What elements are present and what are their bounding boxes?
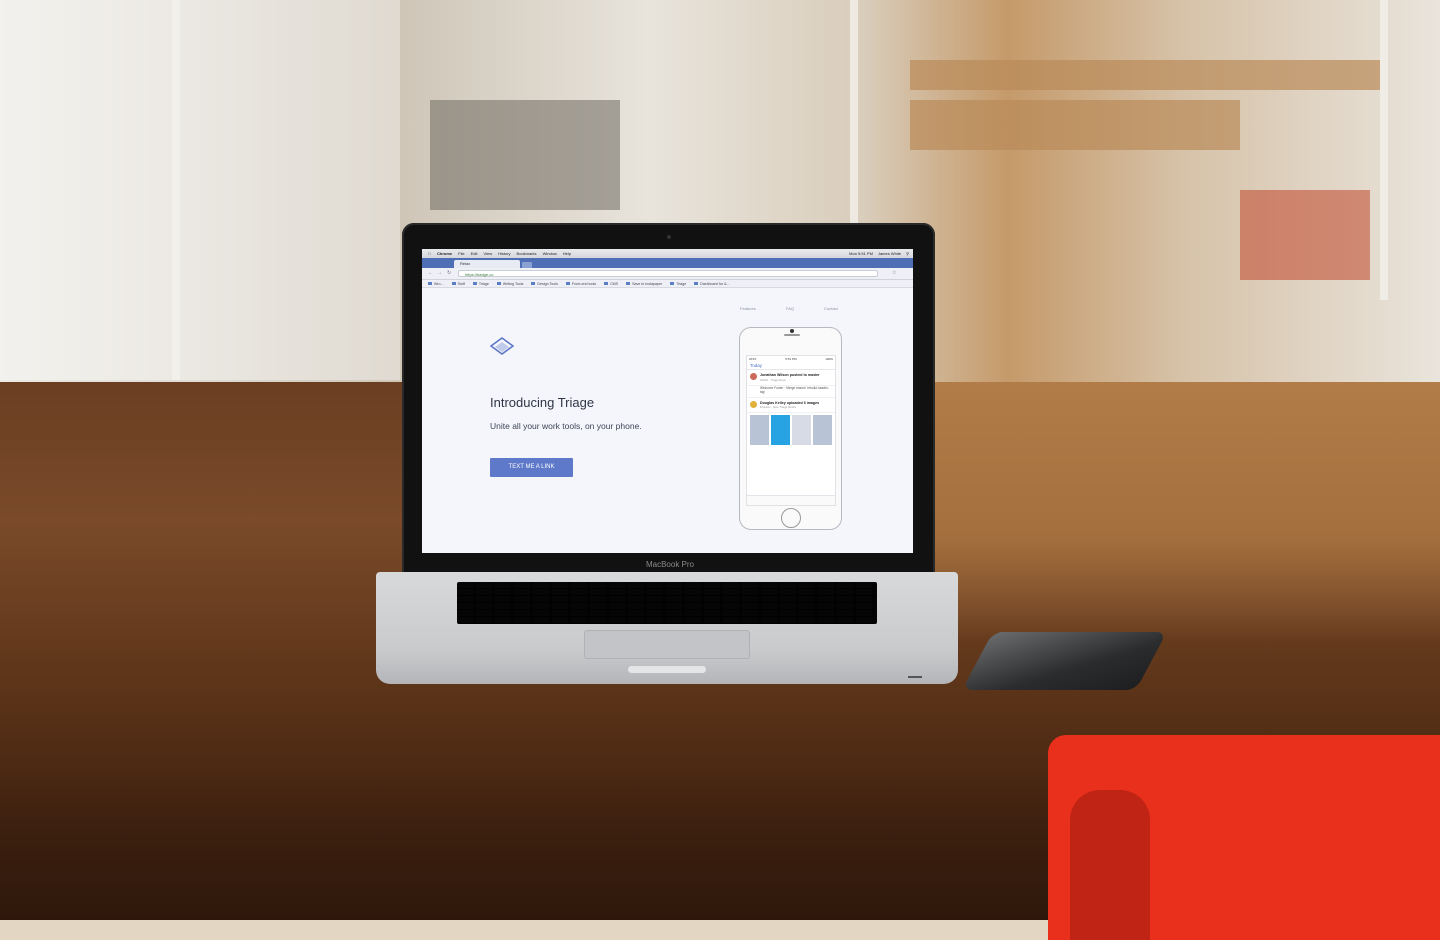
webcam-icon (667, 235, 671, 239)
image-thumbnail[interactable] (750, 415, 769, 445)
menu-view[interactable]: View (483, 251, 492, 256)
image-thumbnail[interactable] (813, 415, 832, 445)
iphone-screen: AT&T 5:51 PM 100% Today Jonathan Wilson … (746, 355, 836, 506)
feed-item-meta: Github · Triage Repo (760, 377, 786, 382)
feed-item-snippet: Welcome Footer · Merge branch 'rebuild-h… (747, 386, 835, 398)
page-title: Introducing Triage (490, 395, 595, 410)
image-thumbnails (747, 413, 835, 447)
red-chair-backrest (1070, 790, 1150, 940)
text-me-a-link-button[interactable]: TEXT ME A LINK (490, 458, 573, 477)
laptop-screen:  Chrome File Edit View History Bookmark… (422, 249, 913, 553)
home-button-icon (781, 508, 801, 528)
reload-icon[interactable]: ↻ (447, 270, 451, 276)
bookmark-item[interactable]: Wro... (428, 282, 444, 286)
image-thumbnail[interactable] (771, 415, 790, 445)
feed-item[interactable]: Douglas Kelley uploaded 6 images Dropbox… (747, 398, 835, 413)
window-dark-pane (430, 100, 620, 210)
menu-window[interactable]: Window (543, 251, 557, 256)
bookmark-item[interactable]: Front-end tools (566, 282, 596, 286)
bookmark-item[interactable]: Dashboard for &... (694, 282, 729, 286)
spotlight-icon[interactable]: ⚲ (906, 251, 909, 256)
apple-icon[interactable]:  (428, 251, 431, 256)
window-pane (0, 0, 400, 380)
smartphone-on-table (962, 632, 1167, 690)
lid-notch (628, 666, 706, 673)
bookmark-item[interactable]: Writing Tools (497, 282, 523, 286)
keyboard[interactable] (457, 582, 877, 624)
image-thumbnail[interactable] (792, 415, 811, 445)
browser-tab[interactable]: Relax (454, 260, 520, 268)
menu-help[interactable]: Help (563, 251, 571, 256)
bookmark-item[interactable]: Triage (670, 282, 686, 286)
tab-title: Relax (460, 261, 471, 266)
iphone-mockup: AT&T 5:51 PM 100% Today Jonathan Wilson … (739, 327, 842, 530)
nav-features[interactable]: Features (740, 306, 756, 311)
star-icon[interactable]: ☆ (892, 270, 896, 276)
mac-menubar:  Chrome File Edit View History Bookmark… (422, 249, 913, 258)
feed-item[interactable]: Jonathan Wilson pushed to master Github … (747, 370, 835, 386)
avatar (750, 373, 757, 380)
phone-clock: 5:51 PM (785, 357, 797, 361)
menu-chrome[interactable]: Chrome (437, 251, 452, 256)
bookmark-item[interactable]: Design Tools (531, 282, 558, 286)
window-frame (1380, 0, 1388, 300)
battery-label: 100% (825, 357, 833, 361)
page-subtitle: Unite all your work tools, on your phone… (490, 421, 642, 431)
address-bar[interactable]: https://badge.co (458, 270, 878, 277)
carrier-label: AT&T (749, 357, 757, 361)
wood-beam (910, 100, 1240, 150)
window-frame (172, 0, 180, 380)
menubar-status: Mon 5:51 PM James White ⚲ (849, 251, 913, 256)
menubar-clock[interactable]: Mon 5:51 PM (849, 251, 873, 256)
nav-contact[interactable]: Contact (824, 306, 838, 311)
red-glow (1240, 190, 1370, 280)
menubar-user[interactable]: James White (878, 251, 901, 256)
sleep-led (908, 676, 922, 678)
bookmark-item[interactable]: Stuff (452, 282, 465, 286)
trackpad[interactable] (584, 630, 750, 659)
bookmark-item[interactable]: Triage (473, 282, 489, 286)
bookmark-item[interactable]: Save to Instapaper (626, 282, 662, 286)
iphone-camera-icon (790, 329, 794, 333)
iphone-speaker (784, 334, 800, 336)
laptop-brand-label: MacBook Pro (645, 560, 695, 569)
feed-header: Today (747, 362, 835, 370)
iphone-tabbar[interactable] (747, 495, 835, 505)
nav-faq[interactable]: FAQ (786, 306, 794, 311)
table-edge (0, 773, 1080, 923)
triage-logo-icon (490, 337, 514, 355)
avatar (750, 400, 757, 408)
bookmarks-bar: Wro... Stuff Triage Writing Tools Design… (422, 280, 913, 288)
feed-item-meta: Dropbox · New Triage Mocks (760, 405, 797, 409)
wood-beam (910, 60, 1380, 90)
sunlight-patch (930, 382, 1440, 642)
feed-item-title: Jonathan Wilson pushed to master (760, 373, 820, 377)
menu-history[interactable]: History (498, 251, 510, 256)
bookmark-item[interactable]: CMS (604, 282, 618, 286)
menu-edit[interactable]: Edit (471, 251, 478, 256)
menu-bookmarks[interactable]: Bookmarks (517, 251, 537, 256)
forward-icon[interactable]: → (437, 270, 442, 276)
menu-file[interactable]: File (458, 251, 464, 256)
back-icon[interactable]: ← (428, 270, 433, 276)
